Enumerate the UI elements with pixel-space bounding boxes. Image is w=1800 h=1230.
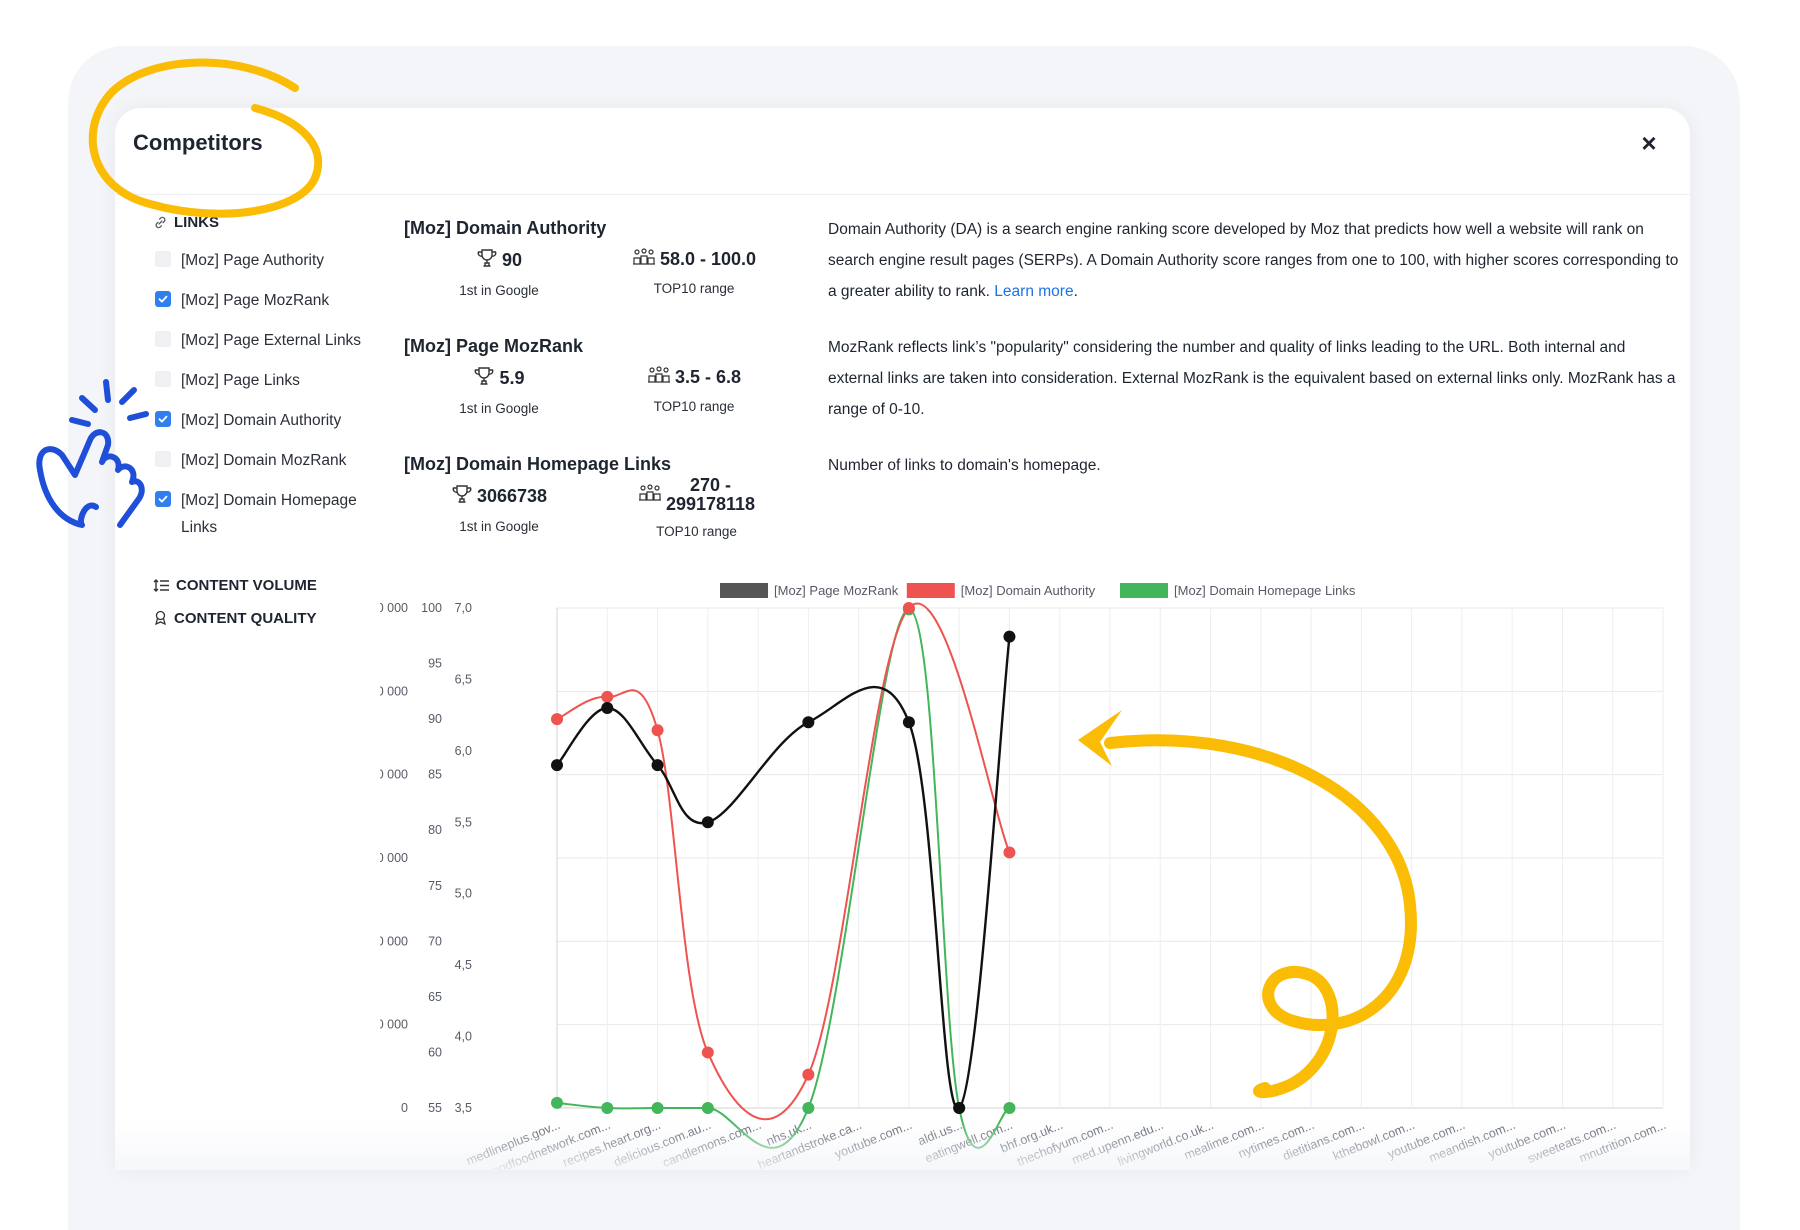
highlight-circle-icon [88,58,323,218]
decorative-annotations [36,58,1417,1099]
tap-hand-icon [36,379,149,528]
curved-arrow-icon [1104,734,1417,1099]
